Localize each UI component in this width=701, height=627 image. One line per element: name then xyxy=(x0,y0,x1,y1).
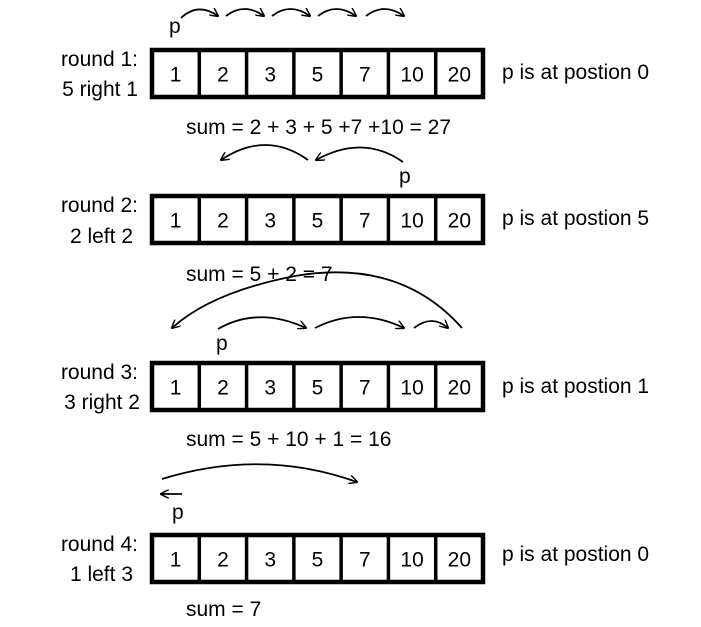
round-3-array: 1 2 3 5 7 10 20 xyxy=(149,360,486,413)
array-cell: 5 xyxy=(312,210,324,233)
round-3-title: round 3: xyxy=(61,361,138,384)
round-1-arrow-3 xyxy=(271,9,310,16)
array-cell: 3 xyxy=(264,549,276,572)
array-cell: 5 xyxy=(312,377,324,400)
array-cell: 3 xyxy=(264,64,276,87)
array-cell: 3 xyxy=(264,210,276,233)
round-1-sum: sum = 2 + 3 + 5 +7 +10 = 27 xyxy=(186,116,451,139)
round-1-pointer: p xyxy=(169,15,181,38)
round-2-arrow-1 xyxy=(316,146,404,163)
array-cell: 10 xyxy=(400,64,423,87)
round-1-position: p is at postion 0 xyxy=(502,61,649,84)
round-4-pointer: p xyxy=(172,501,184,524)
array-cell: 2 xyxy=(217,64,229,87)
round-4: round 4: 1 left 3 1 2 3 5 7 10 20 p is at post… xyxy=(61,463,649,621)
round-3-arrow-3 xyxy=(413,321,448,328)
array-cell: 10 xyxy=(400,210,423,233)
round-1-title: round 1: xyxy=(61,48,138,71)
round-3-pointer: p xyxy=(216,332,228,355)
array-cell: 5 xyxy=(312,549,324,572)
round-3-position: p is at postion 1 xyxy=(502,375,649,398)
array-cell: 7 xyxy=(359,210,371,233)
round-3-subtitle: 3 right 2 xyxy=(64,391,140,414)
round-3-sum: sum = 5 + 10 + 1 = 16 xyxy=(186,428,391,451)
pointer-rounds-diagram: round 1: 5 right 1 1 2 3 5 7 10 20 p is at pos… xyxy=(61,0,649,621)
round-3-arrow-2 xyxy=(314,316,404,328)
array-cell: 1 xyxy=(170,549,182,572)
array-cell: 2 xyxy=(217,377,229,400)
round-4-subtitle: 1 left 3 xyxy=(70,563,133,586)
array-cell: 7 xyxy=(359,64,371,87)
round-1-subtitle: 5 right 1 xyxy=(62,78,138,101)
array-cell: 1 xyxy=(170,210,182,233)
round-1-arrow-1 xyxy=(180,9,218,19)
array-cell: 10 xyxy=(400,549,423,572)
array-cell: 5 xyxy=(312,64,324,87)
round-2: round 2: 2 left 2 1 2 3 5 7 10 20 p is at post… xyxy=(61,144,649,286)
array-cell: 3 xyxy=(264,377,276,400)
array-cell: 7 xyxy=(359,377,371,400)
array-cell: 2 xyxy=(217,549,229,572)
round-4-array: 1 2 3 5 7 10 20 xyxy=(149,532,486,585)
array-cell: 2 xyxy=(217,210,229,233)
array-cell: 20 xyxy=(448,549,471,572)
round-4-sum: sum = 7 xyxy=(186,598,261,621)
array-cell: 20 xyxy=(448,210,471,233)
round-1-arrow-4 xyxy=(317,9,356,16)
array-cell: 10 xyxy=(400,377,423,400)
round-3: round 3: 3 right 2 1 2 3 5 7 10 20 p is at pos… xyxy=(61,271,649,451)
round-2-pointer: p xyxy=(399,165,411,188)
array-cell: 20 xyxy=(448,377,471,400)
round-1-arrow-5 xyxy=(365,9,404,16)
round-1-arrow-2 xyxy=(225,9,264,16)
round-1: round 1: 5 right 1 1 2 3 5 7 10 20 p is at pos… xyxy=(61,9,649,139)
round-2-arrow-2 xyxy=(221,144,309,160)
round-3-arrow-1 xyxy=(217,316,306,330)
round-4-position: p is at postion 0 xyxy=(502,543,649,566)
array-cell: 1 xyxy=(170,64,182,87)
round-2-subtitle: 2 left 2 xyxy=(70,225,133,248)
array-cell: 20 xyxy=(448,64,471,87)
round-2-array: 1 2 3 5 7 10 20 xyxy=(149,193,486,246)
round-1-array: 1 2 3 5 7 10 20 xyxy=(149,47,486,100)
round-2-title: round 2: xyxy=(61,194,138,217)
round-4-title: round 4: xyxy=(61,533,138,556)
round-4-arrow-1 xyxy=(161,463,357,482)
array-cell: 7 xyxy=(359,549,371,572)
round-2-position: p is at postion 5 xyxy=(502,207,649,230)
array-cell: 1 xyxy=(170,377,182,400)
